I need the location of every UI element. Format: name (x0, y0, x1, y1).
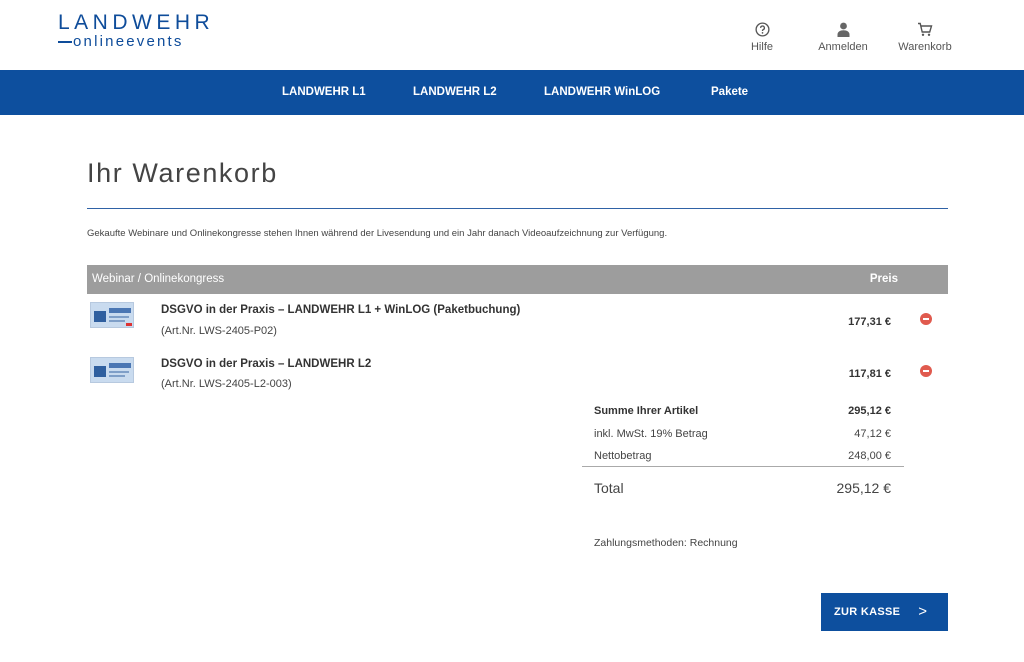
column-header-item: Webinar / Onlinekongress (92, 273, 225, 285)
checkout-button[interactable]: ZUR KASSE > (821, 593, 948, 631)
cart-icon (893, 20, 957, 38)
column-header-price: Preis (869, 273, 898, 285)
nav-item-landwehr-l2[interactable]: LANDWEHR L2 (413, 70, 497, 115)
intro-text: Gekaufte Webinare und Onlinekongresse st… (87, 228, 668, 239)
cart-item-article-number: (Art.Nr. LWS-2405-P02) (161, 325, 277, 337)
cart-item-article-number: (Art.Nr. LWS-2405-L2-003) (161, 378, 292, 390)
brand-logo[interactable]: LANDWEHR onlineevents (58, 12, 214, 50)
payment-methods: Zahlungsmethoden: Rechnung (594, 537, 738, 549)
subtotal-label: Summe Ihrer Artikel (594, 405, 699, 417)
thumb-graphic (109, 320, 125, 322)
help-button[interactable]: Hilfe (745, 20, 779, 53)
net-value: 248,00 € (848, 450, 891, 462)
product-thumbnail[interactable] (90, 357, 134, 383)
logo-sub-text: onlineevents (58, 34, 214, 50)
remove-item-icon[interactable] (920, 313, 932, 325)
login-button[interactable]: Anmelden (814, 20, 872, 53)
cart-item-price: 117,81 € (848, 368, 891, 380)
thumb-graphic (109, 308, 131, 313)
total-label: Total (594, 480, 624, 496)
cart-button[interactable]: Warenkorb (893, 20, 957, 53)
nav-item-landwehr-l1[interactable]: LANDWEHR L1 (282, 70, 366, 115)
cart-table-header: Webinar / Onlinekongress Preis (87, 265, 948, 294)
help-label: Hilfe (750, 41, 773, 53)
cart-label: Warenkorb (898, 41, 952, 53)
help-icon (745, 20, 779, 38)
logo-dash (58, 41, 72, 43)
checkout-label: ZUR KASSE (834, 606, 901, 618)
thumb-graphic (109, 375, 125, 377)
login-label: Anmelden (818, 41, 868, 53)
nav-item-pakete[interactable]: Pakete (711, 70, 748, 115)
thumb-graphic (94, 366, 106, 377)
total-value: 295,12 € (836, 480, 892, 496)
remove-item-icon[interactable] (920, 365, 932, 377)
logo-main-text: LANDWEHR (58, 11, 215, 34)
thumb-graphic (94, 311, 106, 322)
vat-value: 47,12 € (854, 428, 891, 440)
thumb-graphic (109, 371, 129, 373)
cart-item-price: 177,31 € (848, 316, 891, 328)
nav-item-landwehr-winlog[interactable]: LANDWEHR WinLOG (544, 70, 660, 115)
cart-item-title[interactable]: DSGVO in der Praxis – LANDWEHR L2 (161, 358, 371, 370)
product-thumbnail[interactable] (90, 302, 134, 328)
page-title: Ihr Warenkorb (87, 158, 278, 188)
subtotal-value: 295,12 € (848, 405, 891, 417)
vat-label: inkl. MwSt. 19% Betrag (594, 428, 708, 440)
summary-divider (582, 466, 904, 467)
logo-sub-label: onlineevents (73, 33, 184, 50)
thumb-graphic (109, 363, 131, 368)
user-icon (814, 20, 872, 38)
site-header: LANDWEHR onlineevents Hilfe Anmelden War… (0, 0, 1024, 70)
title-divider (87, 208, 948, 209)
thumb-graphic (126, 323, 132, 326)
chevron-right-icon: > (918, 603, 927, 620)
main-navigation: LANDWEHR L1 LANDWEHR L2 LANDWEHR WinLOG … (0, 70, 1024, 115)
cart-item-title[interactable]: DSGVO in der Praxis – LANDWEHR L1 + WinL… (161, 304, 520, 316)
thumb-graphic (109, 316, 129, 318)
net-label: Nettobetrag (594, 450, 652, 462)
